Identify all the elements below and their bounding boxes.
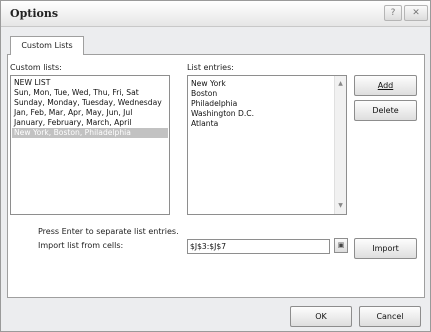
- delete-button[interactable]: Delete: [354, 100, 417, 121]
- list-entry: Philadelphia: [191, 99, 238, 108]
- title-bar[interactable]: Options ? ✕: [1, 1, 430, 27]
- hint-text: Press Enter to separate list entries.: [38, 227, 179, 236]
- help-icon: ?: [390, 8, 396, 18]
- close-icon: ✕: [412, 8, 420, 18]
- delete-button-label: Delete: [372, 106, 399, 115]
- help-button[interactable]: ?: [384, 5, 402, 21]
- add-button[interactable]: Add: [354, 75, 417, 96]
- list-entry: Boston: [191, 89, 218, 98]
- tab-custom-lists[interactable]: Custom Lists: [10, 36, 84, 55]
- ok-button-label: OK: [315, 312, 327, 321]
- list-entry: Washington D.C.: [191, 109, 255, 118]
- list-item[interactable]: January, February, March, April: [12, 118, 168, 128]
- cancel-button-label: Cancel: [376, 312, 404, 321]
- custom-lists-listbox[interactable]: NEW LIST Sun, Mon, Tue, Wed, Thu, Fri, S…: [10, 75, 170, 215]
- cancel-button[interactable]: Cancel: [359, 306, 421, 327]
- list-entries-label: List entries:: [187, 63, 234, 72]
- list-entry: Atlanta: [191, 119, 219, 128]
- options-dialog: Options ? ✕ Custom Lists Custom lists: L…: [0, 0, 431, 332]
- scroll-down-icon[interactable]: ▼: [335, 201, 346, 211]
- scroll-up-icon[interactable]: ▲: [335, 79, 346, 89]
- import-label: Import list from cells:: [38, 241, 124, 250]
- list-entry: New York: [191, 79, 226, 88]
- list-entries-textbox[interactable]: New York Boston Philadelphia Washington …: [187, 75, 347, 215]
- list-item[interactable]: Sunday, Monday, Tuesday, Wednesday: [12, 98, 168, 108]
- import-button-label: Import: [372, 244, 399, 253]
- collapse-icon: ▣: [337, 241, 345, 249]
- list-item-selected[interactable]: New York, Boston, Philadelphia: [12, 128, 168, 138]
- add-button-label: Add: [377, 81, 394, 90]
- list-item[interactable]: Sun, Mon, Tue, Wed, Thu, Fri, Sat: [12, 88, 168, 98]
- import-range-input[interactable]: $J$3:$J$7: [187, 239, 330, 254]
- ok-button[interactable]: OK: [290, 306, 352, 327]
- list-item[interactable]: NEW LIST: [12, 78, 168, 88]
- custom-lists-label: Custom lists:: [10, 63, 62, 72]
- vertical-scrollbar[interactable]: ▲ ▼: [334, 76, 346, 214]
- list-item[interactable]: Jan, Feb, Mar, Apr, May, Jun, Jul: [12, 108, 168, 118]
- dialog-title: Options: [10, 7, 59, 20]
- collapse-dialog-button[interactable]: ▣: [334, 238, 348, 253]
- close-button[interactable]: ✕: [404, 5, 428, 21]
- import-button[interactable]: Import: [354, 238, 417, 259]
